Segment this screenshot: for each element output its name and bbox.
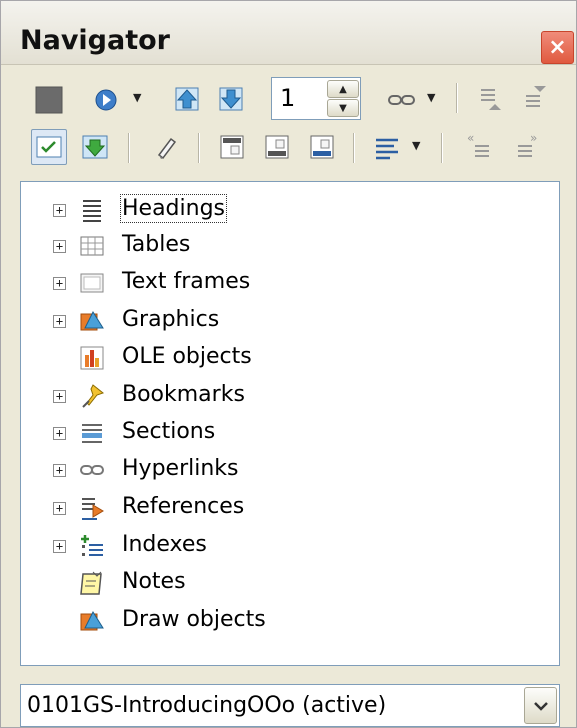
title-bar: Navigator ×	[1, 1, 576, 65]
ole-objects-icon	[79, 345, 105, 371]
tree-item-label: OLE objects	[122, 344, 252, 369]
toolbar-separator	[198, 133, 199, 163]
spin-up-button[interactable]: ▲	[327, 80, 359, 98]
footer-icon[interactable]	[261, 131, 293, 163]
tree-item-headings[interactable]: + Headings	[21, 194, 541, 230]
expand-toggle[interactable]: +	[53, 240, 66, 253]
close-button[interactable]: ×	[541, 31, 574, 64]
tree-item-references[interactable]: + References	[21, 492, 541, 528]
tree-item-ole-objects[interactable]: OLE objects	[21, 342, 541, 378]
document-select[interactable]: 0101GS-IntroducingOOo (active)	[20, 684, 560, 727]
references-icon	[79, 495, 105, 521]
expand-toggle[interactable]: +	[53, 204, 66, 217]
heading-levels-icon[interactable]	[371, 131, 403, 163]
expand-toggle[interactable]: +	[53, 390, 66, 403]
expand-toggle[interactable]: +	[53, 277, 66, 290]
tree-item-label: Sections	[122, 419, 216, 444]
text-frames-icon	[79, 270, 105, 296]
next-icon[interactable]	[215, 83, 247, 115]
content-tree[interactable]: + Headings + Tables + Text frames + Grap…	[20, 181, 560, 666]
tree-item-label: Indexes	[122, 532, 207, 557]
tree-item-indexes[interactable]: + Indexes	[21, 530, 541, 566]
expand-toggle[interactable]: +	[53, 540, 66, 553]
toolbar-separator	[456, 83, 457, 113]
drag-mode-dropdown-arrow[interactable]: ▼	[427, 91, 435, 104]
tree-item-label: Text frames	[122, 269, 251, 294]
heading-levels-dropdown-arrow[interactable]: ▼	[412, 139, 420, 152]
hyperlinks-icon	[79, 457, 105, 483]
tree-item-graphics[interactable]: + Graphics	[21, 305, 541, 341]
toolbar-separator	[441, 133, 442, 163]
indexes-icon	[79, 533, 105, 559]
chevron-down-icon[interactable]	[524, 687, 557, 724]
promote-chapter-icon[interactable]: «	[464, 131, 496, 163]
content-navigation-icon[interactable]	[79, 131, 111, 163]
tree-item-label: Graphics	[122, 307, 220, 332]
tree-item-notes[interactable]: Notes	[21, 567, 541, 603]
sections-icon	[79, 420, 105, 446]
content-view-icon[interactable]	[34, 85, 64, 115]
edit-icon[interactable]	[151, 131, 181, 163]
tree-item-text-frames[interactable]: + Text frames	[21, 267, 541, 303]
tree-item-bookmarks[interactable]: + Bookmarks	[21, 380, 541, 416]
previous-icon[interactable]	[171, 83, 203, 115]
navigation-icon[interactable]	[91, 85, 121, 115]
toolbar-separator	[353, 133, 354, 163]
tree-item-label: Tables	[122, 232, 191, 257]
tree-item-label: Bookmarks	[122, 382, 245, 407]
header-icon[interactable]	[216, 131, 248, 163]
tree-item-hyperlinks[interactable]: + Hyperlinks	[21, 454, 541, 490]
bookmarks-icon	[79, 383, 105, 409]
tables-icon	[79, 233, 105, 259]
expand-toggle[interactable]: +	[53, 502, 66, 515]
spin-down-button[interactable]: ▼	[327, 99, 359, 117]
tree-item-label: References	[122, 494, 245, 519]
demote-level-icon[interactable]	[521, 83, 551, 115]
headings-icon	[79, 197, 105, 223]
anchor-icon[interactable]	[306, 131, 338, 163]
expand-toggle[interactable]: +	[53, 427, 66, 440]
navigator-window: Navigator × ▼ 1 ▲ ▼ ▼ ▼ « » + Headings +…	[0, 0, 577, 728]
navigation-dropdown-arrow[interactable]: ▼	[133, 91, 141, 104]
svg-text:»: »	[530, 132, 537, 145]
tree-item-tables[interactable]: + Tables	[21, 230, 541, 266]
expand-toggle[interactable]: +	[53, 464, 66, 477]
notes-icon	[79, 570, 105, 596]
drag-mode-icon[interactable]	[386, 85, 418, 115]
tree-item-label: Hyperlinks	[122, 456, 239, 481]
window-title: Navigator	[20, 25, 170, 56]
svg-text:«: «	[467, 132, 474, 145]
tree-item-draw-objects[interactable]: Draw objects	[21, 605, 541, 641]
tree-item-sections[interactable]: + Sections	[21, 417, 541, 453]
page-number-value[interactable]: 1	[280, 84, 295, 112]
expand-toggle[interactable]: +	[53, 315, 66, 328]
graphics-icon	[79, 308, 105, 334]
tree-item-label: Headings	[119, 194, 228, 223]
list-box-toggle-icon[interactable]	[31, 129, 67, 165]
tree-item-label: Notes	[122, 569, 186, 594]
promote-level-icon[interactable]	[476, 83, 506, 115]
document-select-value: 0101GS-IntroducingOOo (active)	[27, 693, 387, 718]
draw-objects-icon	[79, 608, 105, 634]
tree-item-label: Draw objects	[122, 607, 266, 632]
toolbar-separator	[128, 133, 129, 163]
demote-chapter-icon[interactable]: »	[513, 131, 545, 163]
page-number-spinner[interactable]: 1 ▲ ▼	[271, 77, 361, 120]
